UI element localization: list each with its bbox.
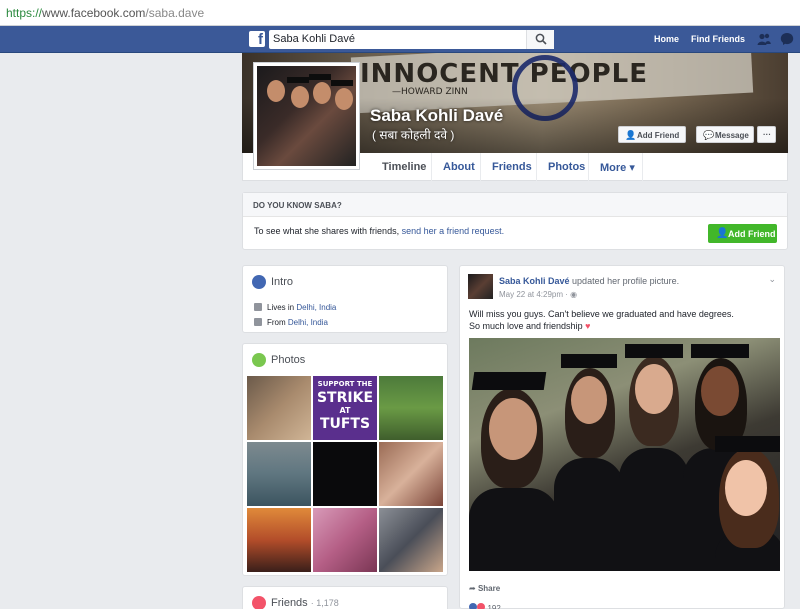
post-meta: May 22 at 4:29pm · ◉: [499, 290, 577, 299]
chevron-down-icon[interactable]: ⌄: [768, 274, 776, 285]
globe-icon: [252, 275, 266, 289]
nav-find-friends-link[interactable]: Find Friends: [691, 34, 745, 44]
add-friend-icon: 👤: [625, 130, 637, 140]
more-options-label: ···: [763, 130, 771, 139]
add-friend-button[interactable]: 👤 Add Friend: [618, 126, 686, 143]
do-you-know-title: DO YOU KNOW SABA?: [253, 201, 342, 210]
do-you-know-card: DO YOU KNOW SABA? To see what she shares…: [242, 192, 788, 250]
photo-thumbnail[interactable]: [313, 508, 377, 572]
friends-count: · 1,178: [310, 598, 339, 608]
facebook-logo-icon[interactable]: f: [249, 31, 265, 48]
photo-thumbnail[interactable]: SUPPORT THE STRIKE AT TUFTS: [313, 376, 377, 440]
add-friend-icon: 👤: [716, 228, 729, 239]
intro-title: Intro: [271, 276, 294, 288]
browser-url-bar[interactable]: https://www.facebook.com/saba.dave: [0, 0, 800, 26]
nav-home-link[interactable]: Home: [654, 34, 679, 44]
friend-requests-icon[interactable]: [757, 32, 771, 46]
cover-slogan: INNOCENT PEOPLE: [360, 59, 648, 89]
add-friend-green-button[interactable]: 👤 Add Friend: [708, 224, 777, 243]
top-navigation: f Saba Kohli Davé Home Find Friends: [0, 26, 800, 53]
profile-picture[interactable]: [253, 62, 360, 170]
globe-icon: ◉: [570, 290, 578, 299]
tab-photos[interactable]: Photos: [537, 153, 589, 181]
photo-thumbnail[interactable]: [247, 376, 311, 440]
tab-more[interactable]: More ▾: [589, 153, 643, 181]
friend-request-message: To see what she shares with friends, sen…: [254, 226, 505, 236]
location-pin-icon: [254, 318, 262, 326]
url-host: www.facebook.com: [42, 6, 146, 20]
intro-card: Intro Lives in Delhi, India From Delhi, …: [242, 265, 448, 333]
friends-icon: [252, 596, 266, 609]
photo-thumbnail[interactable]: [247, 442, 311, 506]
from-link[interactable]: Delhi, India: [288, 318, 328, 327]
reaction-count: 192: [487, 604, 501, 609]
tab-friends[interactable]: Friends: [481, 153, 537, 181]
post-timestamp[interactable]: May 22 at 4:29pm ·: [499, 290, 568, 299]
profile-alternate-name: ( सबा कोहली दवे ): [372, 128, 455, 142]
intro-lives-in: Lives in Delhi, India: [254, 303, 336, 312]
share-button[interactable]: ➦ Share: [469, 584, 500, 593]
message-label: Message: [715, 131, 749, 140]
profile-name[interactable]: Saba Kohli Davé: [370, 106, 503, 126]
search-button[interactable]: [526, 30, 554, 49]
photo-thumbnail[interactable]: [379, 376, 443, 440]
friends-card: Friends · 1,178: [242, 586, 448, 609]
url-path: /saba.dave: [145, 6, 205, 20]
friends-title[interactable]: Friends · 1,178: [271, 597, 339, 609]
post-action: updated her profile picture.: [572, 276, 680, 286]
more-options-button[interactable]: ···: [757, 126, 776, 143]
photos-title: Photos: [271, 354, 306, 366]
url-scheme: https://: [6, 6, 43, 20]
photo-thumbnail[interactable]: [379, 442, 443, 506]
post-author-link[interactable]: Saba Kohli Davé: [499, 276, 570, 286]
message-button[interactable]: 💬 Message: [696, 126, 754, 143]
timeline-post: Saba Kohli Davé updated her profile pict…: [459, 265, 785, 609]
like-icon: [469, 603, 477, 609]
do-you-know-header: DO YOU KNOW SABA?: [243, 193, 787, 217]
photo-icon: [252, 353, 266, 367]
post-header: Saba Kohli Davé updated her profile pict…: [499, 276, 679, 286]
post-author-avatar[interactable]: [468, 274, 493, 299]
search-value: Saba Kohli Davé: [273, 33, 355, 45]
home-icon: [254, 303, 262, 311]
post-photo[interactable]: [469, 338, 780, 571]
profile-picture-image: [257, 66, 356, 166]
message-icon: 💬: [703, 130, 715, 140]
post-text-line-1: Will miss you guys. Can't believe we gra…: [469, 309, 734, 319]
photos-card: Photos SUPPORT THE STRIKE AT TUFTS: [242, 343, 448, 576]
send-friend-request-link[interactable]: send her a friend request.: [402, 226, 505, 236]
heart-icon: ♥: [585, 321, 591, 331]
photo-thumbnail[interactable]: [313, 442, 377, 506]
share-icon: ➦: [469, 584, 476, 593]
intro-from: From Delhi, India: [254, 318, 328, 327]
photo-thumbnail[interactable]: [247, 508, 311, 572]
cover-slogan-credit: —HOWARD ZINN: [392, 87, 468, 97]
tab-timeline[interactable]: Timeline: [371, 153, 432, 181]
photo-thumbnail[interactable]: [379, 508, 443, 572]
tab-about[interactable]: About: [432, 153, 481, 181]
lives-in-link[interactable]: Delhi, India: [296, 303, 336, 312]
messages-icon[interactable]: [780, 32, 794, 46]
love-icon: [477, 603, 486, 609]
url-text[interactable]: https://www.facebook.com/saba.dave: [6, 6, 204, 20]
post-text-line-2: So much love and friendship ♥: [469, 321, 591, 331]
post-reactions[interactable]: 192: [469, 603, 501, 609]
search-input[interactable]: Saba Kohli Davé: [269, 30, 554, 49]
add-friend-label: Add Friend: [637, 131, 680, 140]
search-icon: [535, 33, 547, 45]
